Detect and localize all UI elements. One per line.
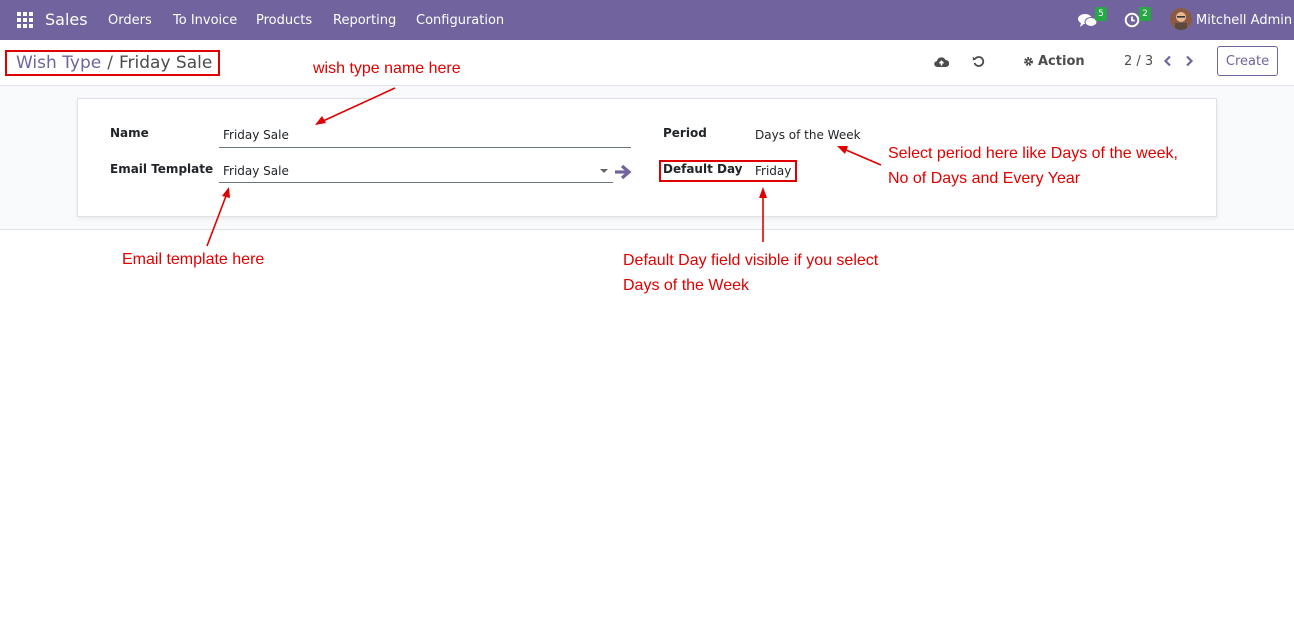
breadcrumb-separator: /: [107, 53, 113, 73]
control-panel: Wish Type / Friday Sale Action 2 / 3 Cre…: [0, 40, 1294, 86]
menu-products[interactable]: Products: [256, 13, 312, 28]
activity-clock-icon[interactable]: [1124, 12, 1140, 28]
annotation-default-day-line1: Default Day field visible if you select: [623, 252, 879, 269]
email-template-label: Email Template: [110, 162, 214, 176]
default-day-highlight-box: [659, 160, 797, 182]
chevron-left-icon[interactable]: [1163, 55, 1172, 67]
create-button[interactable]: Create: [1217, 46, 1278, 76]
user-avatar[interactable]: [1170, 8, 1192, 30]
period-field[interactable]: Days of the Week: [755, 128, 861, 142]
save-cloud-icon[interactable]: [934, 56, 949, 68]
action-button[interactable]: Action: [1023, 54, 1085, 69]
name-label: Name: [110, 126, 149, 140]
action-label: Action: [1038, 54, 1085, 69]
name-field[interactable]: Friday Sale: [223, 128, 289, 142]
annotation-email-template: Email template here: [122, 251, 265, 268]
breadcrumb-current: Friday Sale: [118, 53, 213, 73]
annotation-period-line2: No of Days and Every Year: [888, 170, 1081, 187]
email-template-underline: [219, 182, 613, 183]
annotation-wish-type-name: wish type name here: [313, 60, 461, 77]
email-template-field[interactable]: Friday Sale: [223, 164, 289, 178]
dropdown-caret-icon[interactable]: [600, 169, 608, 173]
menu-to-invoice[interactable]: To Invoice: [173, 13, 237, 28]
activities-badge: 2: [1139, 7, 1151, 21]
pager-value[interactable]: 2 / 3: [1124, 54, 1153, 69]
breadcrumb-parent[interactable]: Wish Type: [16, 53, 101, 73]
menu-reporting[interactable]: Reporting: [333, 13, 396, 28]
chevron-right-icon[interactable]: [1185, 55, 1194, 67]
breadcrumb: Wish Type / Friday Sale: [5, 50, 221, 76]
app-brand[interactable]: Sales: [45, 10, 88, 29]
annotation-default-day-line2: Days of the Week: [623, 277, 749, 294]
apps-menu-icon[interactable]: [17, 12, 33, 28]
discard-undo-icon[interactable]: [972, 55, 985, 68]
gear-icon: [1024, 57, 1033, 66]
name-field-underline: [219, 147, 631, 148]
annotation-period-line1: Select period here like Days of the week…: [888, 145, 1178, 162]
messages-badge: 5: [1095, 7, 1107, 21]
menu-configuration[interactable]: Configuration: [416, 13, 504, 28]
menu-orders[interactable]: Orders: [108, 13, 152, 28]
user-name[interactable]: Mitchell Admin: [1196, 13, 1292, 28]
top-navbar: Sales Orders To Invoice Products Reporti…: [0, 0, 1294, 40]
period-label: Period: [663, 126, 707, 140]
external-link-arrow-icon[interactable]: [614, 163, 632, 181]
